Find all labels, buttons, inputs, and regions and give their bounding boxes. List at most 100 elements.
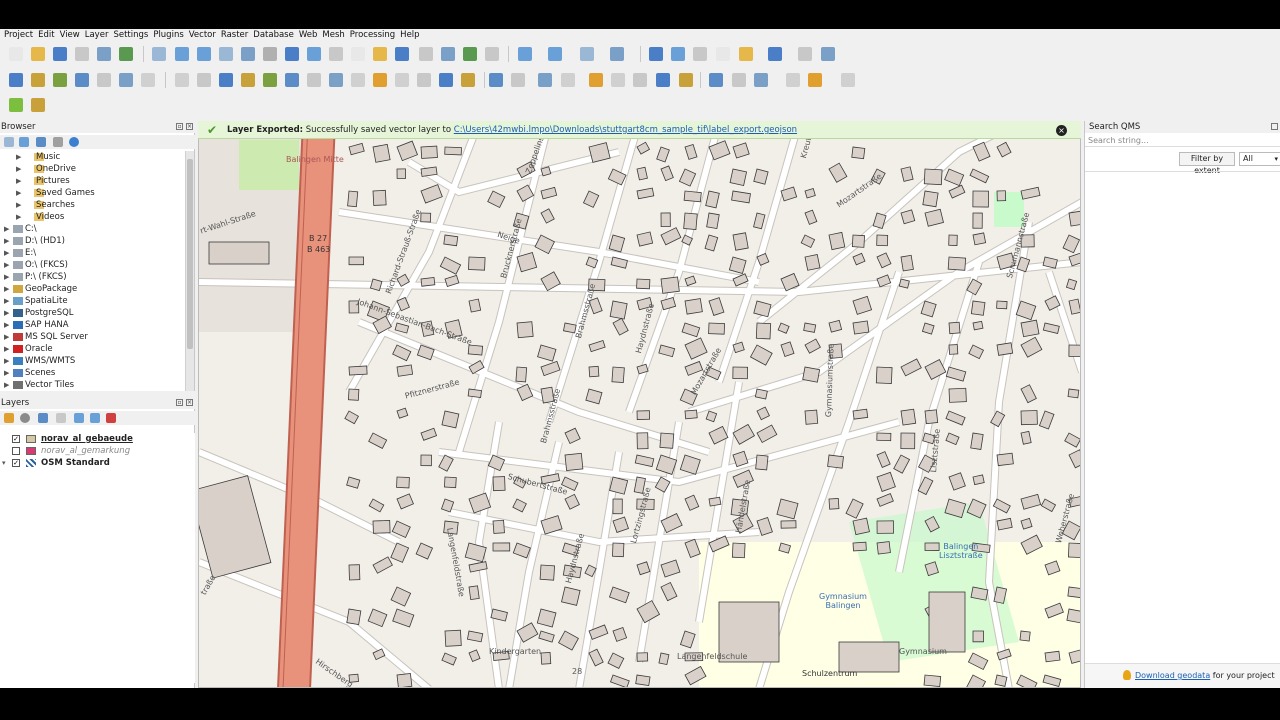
tb2-tool-14-icon[interactable]: [307, 73, 321, 87]
tb1-tool-3-icon[interactable]: [75, 47, 89, 61]
tb1-tool-9-icon[interactable]: [197, 47, 211, 61]
search-results-list[interactable]: [1085, 171, 1280, 661]
tb1-tool-12-icon[interactable]: [263, 47, 277, 61]
collapse-all-icon[interactable]: [53, 137, 63, 147]
tb2-tool-23-icon[interactable]: [489, 73, 503, 87]
chevron-right-icon[interactable]: ▶: [4, 235, 9, 247]
browser-item[interactable]: ▶ Oracle: [0, 343, 186, 355]
tb2-tool-12-icon[interactable]: [263, 73, 277, 87]
float-icon[interactable]: ▫: [176, 123, 183, 130]
chevron-right-icon[interactable]: ▶: [4, 355, 9, 367]
menu-plugins[interactable]: Plugins: [152, 29, 187, 41]
filter-legend-icon[interactable]: [56, 413, 66, 423]
download-geodata-link[interactable]: Download geodata: [1135, 671, 1210, 680]
layer-item[interactable]: ▾ ✓ OSM Standard: [0, 457, 195, 469]
search-string-input[interactable]: Search string...: [1085, 134, 1280, 147]
menu-help[interactable]: Help: [399, 29, 423, 41]
menu-layer[interactable]: Layer: [84, 29, 113, 41]
tb1-tool-25-icon[interactable]: [548, 47, 562, 61]
tb2-tool-15-icon[interactable]: [329, 73, 343, 87]
tb2-tool-8-icon[interactable]: [175, 73, 189, 87]
layer-visibility-checkbox[interactable]: ✓: [12, 435, 20, 443]
tb2-tool-13-icon[interactable]: [285, 73, 299, 87]
tb2-tool-18-icon[interactable]: [395, 73, 409, 87]
menu-view[interactable]: View: [59, 29, 84, 41]
scrollbar-thumb[interactable]: [187, 159, 193, 349]
browser-item[interactable]: ▶ MS SQL Server: [0, 331, 186, 343]
tb2-tool-11-icon[interactable]: [241, 73, 255, 87]
chevron-right-icon[interactable]: ▶: [16, 187, 21, 199]
plugin-tool-icon[interactable]: [31, 98, 45, 112]
tb2-tool-25-icon[interactable]: [538, 73, 552, 87]
map-tool-icon[interactable]: [9, 98, 23, 112]
chevron-right-icon[interactable]: ▶: [4, 367, 9, 379]
browser-item[interactable]: ▶ Music: [0, 151, 186, 163]
browser-item[interactable]: ▶ P:\ (FKCS): [0, 271, 186, 283]
tb1-tool-20-icon[interactable]: [441, 47, 455, 61]
tb1-tool-10-icon[interactable]: [219, 47, 233, 61]
tb1-tool-22-icon[interactable]: [485, 47, 499, 61]
browser-item[interactable]: ▶ E:\: [0, 247, 186, 259]
tb2-tool-19-icon[interactable]: [417, 73, 431, 87]
browser-item[interactable]: ▶ C:\: [0, 223, 186, 235]
chevron-right-icon[interactable]: ▶: [16, 151, 21, 163]
collapse-all-icon[interactable]: [90, 413, 100, 423]
tb1-tool-26-icon[interactable]: [580, 47, 594, 61]
tb1-tool-0-icon[interactable]: [9, 47, 23, 61]
tb2-tool-6-icon[interactable]: [141, 73, 155, 87]
tb1-tool-17-icon[interactable]: [373, 47, 387, 61]
tb2-tool-2-icon[interactable]: [53, 73, 67, 87]
menu-settings[interactable]: Settings: [112, 29, 152, 41]
layer-item[interactable]: ✓ norav_al_gebaeude: [0, 433, 195, 445]
tb2-tool-17-icon[interactable]: [373, 73, 387, 87]
menu-database[interactable]: Database: [252, 29, 298, 41]
chevron-right-icon[interactable]: ▶: [16, 175, 21, 187]
browser-scrollbar[interactable]: [185, 151, 194, 391]
tb2-tool-21-icon[interactable]: [461, 73, 475, 87]
filter-select[interactable]: All ▾: [1239, 152, 1280, 166]
tb2-tool-26-icon[interactable]: [561, 73, 575, 87]
tb1-tool-32-icon[interactable]: [716, 47, 730, 61]
tb2-tool-3-icon[interactable]: [75, 73, 89, 87]
tb2-tool-0-icon[interactable]: [9, 73, 23, 87]
browser-item[interactable]: ▶ Pictures: [0, 175, 186, 187]
osm-map[interactable]: [199, 122, 1081, 688]
export-path-link[interactable]: C:\Users\42mwbi.lmpo\Downloads\stuttgart…: [454, 125, 797, 135]
chevron-right-icon[interactable]: ▶: [16, 199, 21, 211]
menu-processing[interactable]: Processing: [349, 29, 399, 41]
eye-icon[interactable]: [20, 413, 30, 423]
browser-item[interactable]: ▶ PostgreSQL: [0, 307, 186, 319]
map-canvas[interactable]: Balingen Mitte B 27 B 463 rt-Wahl-Straße Nei…: [198, 121, 1081, 688]
browser-item[interactable]: ▶ Videos: [0, 211, 186, 223]
tb2-tool-34-icon[interactable]: [732, 73, 746, 87]
menu-vector[interactable]: Vector: [188, 29, 220, 41]
tb2-tool-9-icon[interactable]: [197, 73, 211, 87]
tb1-tool-30-icon[interactable]: [671, 47, 685, 61]
tb2-tool-36-icon[interactable]: [786, 73, 800, 87]
info-icon[interactable]: [69, 137, 79, 147]
browser-item[interactable]: ▶ Searches: [0, 199, 186, 211]
layer-visibility-checkbox[interactable]: ✓: [12, 459, 20, 467]
add-selected-icon[interactable]: [4, 137, 14, 147]
filter-by-extent-button[interactable]: Filter by extent: [1179, 152, 1235, 175]
tb2-tool-31-icon[interactable]: [679, 73, 693, 87]
browser-item[interactable]: ▶ Saved Games: [0, 187, 186, 199]
tb1-tool-4-icon[interactable]: [97, 47, 111, 61]
menu-edit[interactable]: Edit: [37, 29, 58, 41]
tb1-tool-18-icon[interactable]: [395, 47, 409, 61]
float-icon[interactable]: [1271, 123, 1278, 130]
tb1-tool-2-icon[interactable]: [53, 47, 67, 61]
browser-item[interactable]: ▶ SAP HANA: [0, 319, 186, 331]
chevron-right-icon[interactable]: ▶: [16, 163, 21, 175]
browser-item[interactable]: ▶ O:\ (FKCS): [0, 259, 186, 271]
tb2-tool-35-icon[interactable]: [754, 73, 768, 87]
tb2-tool-33-icon[interactable]: [709, 73, 723, 87]
remove-layer-icon[interactable]: [106, 413, 116, 423]
tb1-tool-24-icon[interactable]: [518, 47, 532, 61]
chevron-right-icon[interactable]: ▶: [4, 259, 9, 271]
chevron-right-icon[interactable]: ▶: [4, 283, 9, 295]
browser-item[interactable]: ▶ Vector Tiles: [0, 379, 186, 391]
chevron-right-icon[interactable]: ▶: [4, 379, 9, 391]
chevron-right-icon[interactable]: ▶: [4, 319, 9, 331]
tb1-tool-19-icon[interactable]: [419, 47, 433, 61]
